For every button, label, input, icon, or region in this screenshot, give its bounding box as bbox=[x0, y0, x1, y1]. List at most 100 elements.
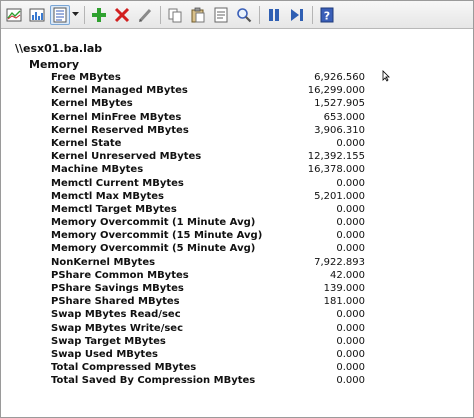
counter-row[interactable]: Kernel State 0.000 bbox=[51, 137, 371, 150]
counter-row[interactable]: Kernel MinFree MBytes 653.000 bbox=[51, 111, 371, 124]
counter-name: Swap MBytes Read/sec bbox=[51, 309, 181, 321]
counter-value: 0.000 bbox=[336, 243, 365, 255]
add-counter-icon bbox=[92, 7, 106, 22]
perfmon-window: ? \\esx01.ba.lab Memory Free MBytes 6,926… bbox=[0, 0, 474, 418]
toolbar: ? bbox=[1, 1, 473, 29]
copy-properties-icon bbox=[168, 8, 182, 22]
counter-value: 0.000 bbox=[336, 137, 365, 149]
counter-name: Kernel Managed MBytes bbox=[51, 85, 188, 97]
counter-row[interactable]: Machine MBytes 16,378.000 bbox=[51, 163, 371, 176]
add-counter-button[interactable] bbox=[89, 5, 109, 25]
view-report-button[interactable] bbox=[50, 4, 70, 25]
counter-value: 0.000 bbox=[336, 177, 365, 189]
toolbar-separator bbox=[259, 5, 260, 24]
toolbar-separator bbox=[312, 5, 313, 24]
highlight-icon bbox=[138, 8, 152, 22]
counter-list: Free MBytes 6,926.560 Kernel Managed MByte… bbox=[51, 71, 371, 388]
svg-text:?: ? bbox=[324, 9, 330, 22]
counter-row[interactable]: Memctl Current MBytes 0.000 bbox=[51, 177, 371, 190]
report-view: \\esx01.ba.lab Memory Free MBytes 6,926.5… bbox=[1, 30, 473, 417]
counter-name: Kernel State bbox=[51, 137, 122, 149]
update-data-icon bbox=[291, 8, 303, 21]
counter-row[interactable]: Swap Used MBytes 0.000 bbox=[51, 348, 371, 361]
view-histogram-icon bbox=[29, 8, 45, 21]
report-host-name: \\esx01.ba.lab bbox=[15, 42, 103, 55]
paste-counter-list-button[interactable] bbox=[188, 5, 208, 25]
toolbar-separator bbox=[84, 5, 85, 24]
view-histogram-button[interactable] bbox=[27, 5, 47, 25]
counter-value: 16,299.000 bbox=[307, 85, 365, 97]
counter-name: Swap MBytes Write/sec bbox=[51, 322, 184, 334]
counter-value: 0.000 bbox=[336, 322, 365, 334]
view-report-icon bbox=[53, 7, 67, 22]
counter-name: Swap Used MBytes bbox=[51, 348, 158, 360]
counter-value: 0.000 bbox=[336, 203, 365, 215]
counter-name: PShare Common MBytes bbox=[51, 269, 189, 281]
highlight-button[interactable] bbox=[135, 5, 155, 25]
counter-name: Memory Overcommit (15 Minute Avg) bbox=[51, 230, 263, 242]
counter-row[interactable]: Kernel Reserved MBytes 3,906.310 bbox=[51, 124, 371, 137]
counter-value: 3,906.310 bbox=[314, 124, 365, 136]
counter-row[interactable]: Memory Overcommit (1 Minute Avg) 0.000 bbox=[51, 216, 371, 229]
help-button[interactable]: ? bbox=[317, 5, 337, 25]
view-graph-button[interactable] bbox=[4, 5, 24, 25]
properties-button[interactable] bbox=[211, 5, 231, 25]
counter-value: 0.000 bbox=[336, 217, 365, 229]
counter-value: 16,378.000 bbox=[307, 164, 365, 176]
counter-value: 0.000 bbox=[336, 230, 365, 242]
counter-name: Machine MBytes bbox=[51, 164, 144, 176]
counter-row[interactable]: Kernel Unreserved MBytes 12,392.155 bbox=[51, 150, 371, 163]
delete-counter-icon bbox=[114, 7, 130, 22]
view-type-dropdown[interactable] bbox=[71, 5, 79, 25]
counter-row[interactable]: Total Saved By Compression MBytes 0.000 bbox=[51, 374, 371, 387]
counter-row[interactable]: Memctl Target MBytes 0.000 bbox=[51, 203, 371, 216]
counter-row[interactable]: Memctl Max MBytes 5,201.000 bbox=[51, 190, 371, 203]
counter-row[interactable]: Swap MBytes Read/sec 0.000 bbox=[51, 308, 371, 321]
zoom-button[interactable] bbox=[234, 5, 254, 25]
delete-counter-button[interactable] bbox=[112, 5, 132, 25]
report-object-name: Memory bbox=[29, 58, 80, 71]
counter-row[interactable]: Total Compressed MBytes 0.000 bbox=[51, 361, 371, 374]
counter-name: Kernel Unreserved MBytes bbox=[51, 151, 202, 163]
toolbar-separator bbox=[160, 5, 161, 24]
counter-name: Memctl Max MBytes bbox=[51, 190, 165, 202]
counter-row[interactable]: PShare Shared MBytes 181.000 bbox=[51, 295, 371, 308]
counter-value: 12,392.155 bbox=[307, 151, 365, 163]
counter-name: Memory Overcommit (1 Minute Avg) bbox=[51, 217, 256, 229]
counter-name: Kernel MinFree MBytes bbox=[51, 111, 182, 123]
counter-name: Total Saved By Compression MBytes bbox=[51, 375, 256, 387]
freeze-display-button[interactable] bbox=[264, 5, 284, 25]
counter-value: 0.000 bbox=[336, 309, 365, 321]
counter-row[interactable]: Kernel Managed MBytes 16,299.000 bbox=[51, 84, 371, 97]
properties-icon bbox=[214, 7, 228, 22]
counter-name: Memory Overcommit (5 Minute Avg) bbox=[51, 243, 256, 255]
counter-value: 181.000 bbox=[323, 296, 365, 308]
copy-properties-button[interactable] bbox=[165, 5, 185, 25]
counter-row[interactable]: Swap MBytes Write/sec 0.000 bbox=[51, 322, 371, 335]
counter-name: PShare Savings MBytes bbox=[51, 283, 184, 294]
counter-name: Free MBytes bbox=[51, 72, 121, 83]
counter-row[interactable]: Free MBytes 6,926.560 bbox=[51, 71, 371, 84]
counter-value: 5,201.000 bbox=[314, 190, 365, 202]
counter-name: PShare Shared MBytes bbox=[51, 296, 180, 308]
counter-value: 0.000 bbox=[336, 375, 365, 387]
counter-row[interactable]: Memory Overcommit (15 Minute Avg) 0.000 bbox=[51, 229, 371, 242]
counter-row[interactable]: Swap Target MBytes 0.000 bbox=[51, 335, 371, 348]
counter-value: 42.000 bbox=[330, 269, 365, 281]
counter-row[interactable]: Memory Overcommit (5 Minute Avg) 0.000 bbox=[51, 242, 371, 255]
counter-value: 6,926.560 bbox=[314, 72, 365, 83]
counter-value: 0.000 bbox=[336, 362, 365, 374]
counter-name: Kernel Reserved MBytes bbox=[51, 124, 189, 136]
counter-name: Total Compressed MBytes bbox=[51, 362, 197, 374]
counter-row[interactable]: PShare Savings MBytes 139.000 bbox=[51, 282, 371, 295]
counter-name: NonKernel MBytes bbox=[51, 256, 156, 268]
counter-row[interactable]: PShare Common MBytes 42.000 bbox=[51, 269, 371, 282]
counter-row[interactable]: Kernel MBytes 1,527.905 bbox=[51, 97, 371, 110]
counter-name: Swap Target MBytes bbox=[51, 335, 166, 347]
counter-row[interactable]: NonKernel MBytes 7,922.893 bbox=[51, 256, 371, 269]
mouse-cursor-icon bbox=[382, 70, 390, 82]
counter-name: Kernel MBytes bbox=[51, 98, 133, 110]
update-data-button[interactable] bbox=[287, 5, 307, 25]
counter-name: Memctl Target MBytes bbox=[51, 203, 177, 215]
freeze-display-icon bbox=[269, 8, 279, 21]
